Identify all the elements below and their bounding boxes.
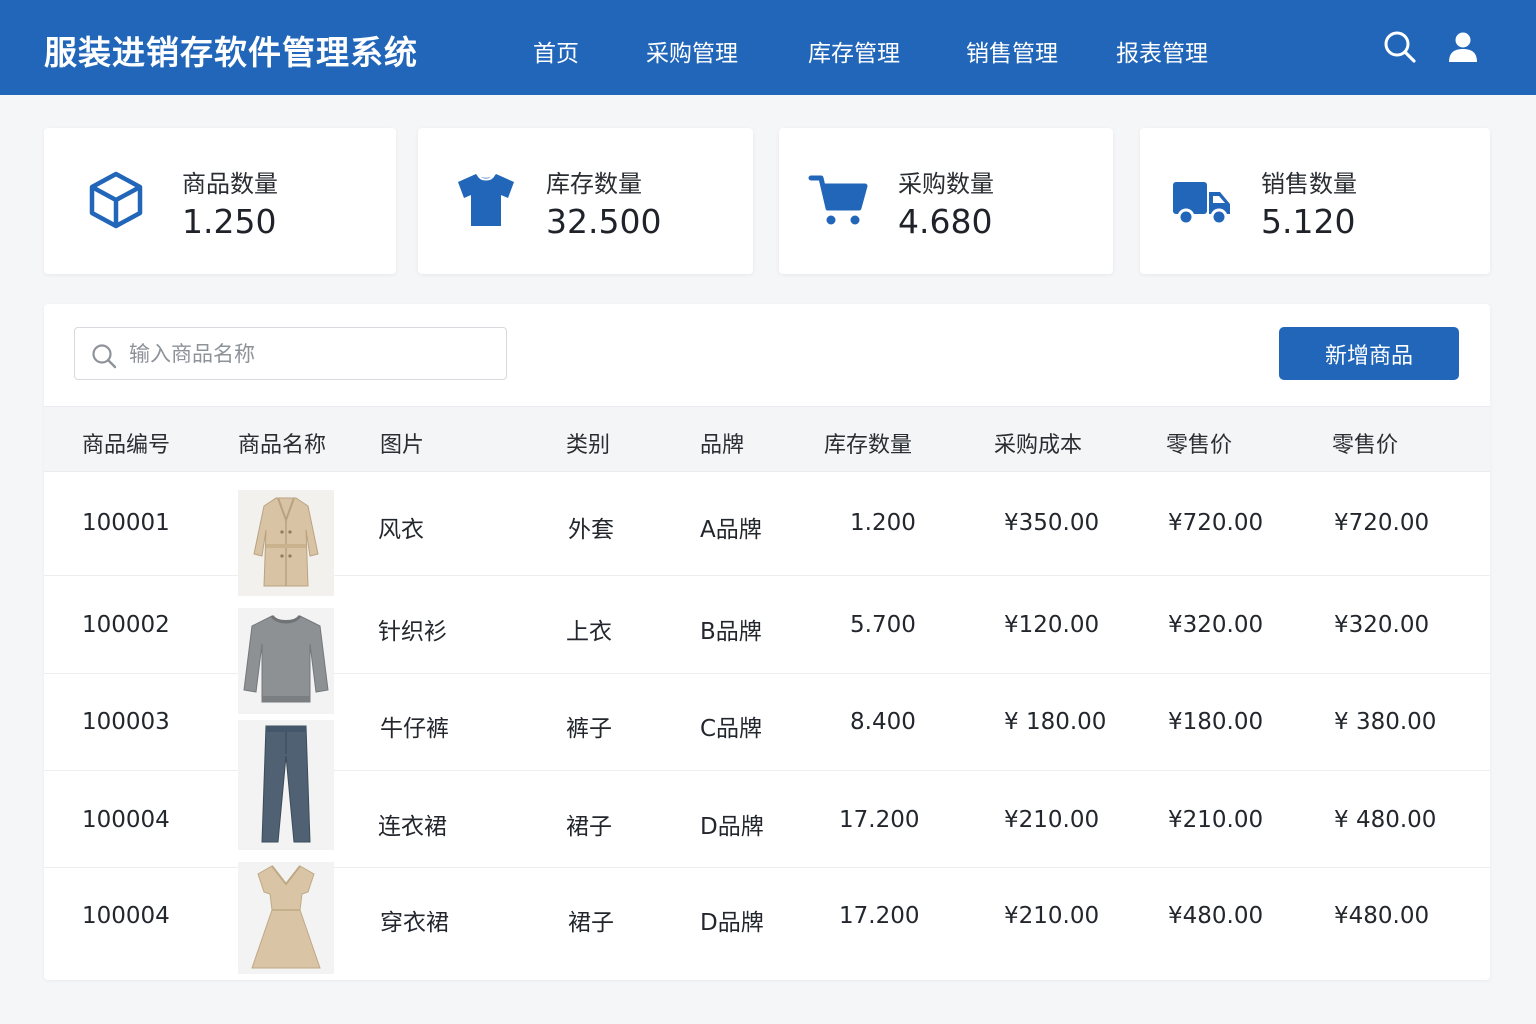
product-name-cell: 风衣: [378, 517, 424, 543]
stock-cell: 8.400: [850, 709, 916, 735]
stat-value: 1.250: [182, 202, 277, 241]
product-id-cell: 100001: [82, 510, 170, 536]
table-header: 商品编号 商品名称 图片 类别 品牌 库存数量 采购成本 零售价 零售价: [44, 406, 1490, 472]
column-header: 零售价: [1332, 433, 1399, 458]
box-icon: [89, 171, 143, 229]
product-id-cell: 100004: [82, 807, 170, 833]
cost-cell: ¥120.00: [1004, 612, 1100, 638]
category-cell: 裙子: [568, 910, 614, 936]
brand-cell: A品牌: [700, 517, 762, 543]
retail-price-cell: ¥720.00: [1334, 510, 1430, 536]
top-navigation-bar: 服装进销存软件管理系统 首页 采购管理 库存管理 销售管理 报表管理: [0, 0, 1536, 95]
column-header: 品牌: [700, 433, 745, 458]
stat-card-products: 商品数量 1.250: [44, 128, 396, 274]
product-id-cell: 100004: [82, 903, 170, 929]
table-row[interactable]: 100001 风衣 外套 A品牌 1.200 ¥350.00 ¥720.00 ¥…: [44, 472, 1490, 596]
column-header: 采购成本: [994, 433, 1083, 458]
table-row[interactable]: 100004 连衣裙 裙子 D品牌 17.200 ¥210.00 ¥210.00…: [44, 771, 1490, 868]
nav-item-home[interactable]: 首页: [533, 34, 579, 68]
stat-value: 4.680: [898, 202, 993, 241]
search-icon: [92, 344, 117, 369]
stock-cell: 17.200: [839, 903, 920, 929]
category-cell: 裙子: [566, 814, 612, 840]
product-panel: 新增商品 商品编号 商品名称 图片 类别 品牌 库存数量 采购成本 零售价 零售…: [44, 304, 1490, 980]
truck-icon: [1173, 182, 1230, 226]
retail-price-cell: ¥180.00: [1168, 709, 1264, 735]
add-product-button[interactable]: 新增商品: [1279, 327, 1459, 380]
retail-price-cell: ¥ 380.00: [1334, 709, 1437, 735]
nav-item-reports[interactable]: 报表管理: [1116, 34, 1208, 68]
cost-cell: ¥350.00: [1004, 510, 1100, 536]
column-header: 类别: [566, 433, 611, 458]
retail-price-cell: ¥320.00: [1334, 612, 1430, 638]
stat-label: 商品数量: [182, 170, 278, 198]
user-icon[interactable]: [1446, 30, 1480, 64]
stat-card-stock: 库存数量 32.500: [418, 128, 753, 274]
stock-cell: 1.200: [850, 510, 916, 536]
column-header: 图片: [380, 433, 425, 458]
nav-item-purchase[interactable]: 采购管理: [646, 34, 738, 68]
nav-item-inventory[interactable]: 库存管理: [808, 34, 900, 68]
stat-label: 库存数量: [546, 170, 642, 198]
stat-label: 销售数量: [1261, 170, 1357, 198]
product-id-cell: 100003: [82, 709, 170, 735]
brand-cell: D品牌: [700, 814, 764, 840]
retail-price-cell: ¥210.00: [1168, 807, 1264, 833]
stock-cell: 17.200: [839, 807, 920, 833]
retail-price-cell: ¥480.00: [1168, 903, 1264, 929]
stat-label: 采购数量: [898, 170, 994, 198]
stat-card-purchase: 采购数量 4.680: [779, 128, 1113, 274]
product-name-cell: 穿衣裙: [380, 910, 449, 936]
retail-price-cell: ¥ 480.00: [1334, 807, 1437, 833]
product-name-cell: 牛仔裤: [380, 716, 449, 742]
retail-price-cell: ¥320.00: [1168, 612, 1264, 638]
cost-cell: ¥ 180.00: [1004, 709, 1107, 735]
stat-value: 5.120: [1261, 202, 1356, 241]
search-input[interactable]: [129, 336, 489, 372]
category-cell: 上衣: [566, 619, 612, 645]
brand-cell: C品牌: [700, 716, 763, 742]
cart-icon: [808, 175, 868, 225]
column-header: 库存数量: [824, 433, 913, 458]
stock-cell: 5.700: [850, 612, 916, 638]
search-icon[interactable]: [1383, 30, 1417, 64]
main-nav: 首页 采购管理 库存管理 销售管理 报表管理: [0, 34, 1536, 67]
column-header: 零售价: [1166, 433, 1233, 458]
product-name-cell: 连衣裙: [378, 814, 447, 840]
category-cell: 裤子: [566, 716, 612, 742]
retail-price-cell: ¥480.00: [1334, 903, 1430, 929]
product-id-cell: 100002: [82, 612, 170, 638]
dress-image: [238, 862, 334, 974]
table-row[interactable]: 100002 针织衫 上衣 B品牌 5.700 ¥120.00 ¥320.00 …: [44, 576, 1490, 714]
category-cell: 外套: [568, 517, 614, 543]
stat-value: 32.500: [546, 202, 662, 241]
column-header: 商品编号: [82, 433, 171, 458]
column-header: 商品名称: [238, 433, 327, 458]
cost-cell: ¥210.00: [1004, 807, 1100, 833]
retail-price-cell: ¥720.00: [1168, 510, 1264, 536]
search-box[interactable]: [74, 327, 507, 380]
table-row[interactable]: 100004 穿衣裙 裙子 D品牌 17.200 ¥210.00 ¥480.00…: [44, 862, 1490, 980]
brand-cell: B品牌: [700, 619, 762, 645]
cost-cell: ¥210.00: [1004, 903, 1100, 929]
brand-cell: D品牌: [700, 910, 764, 936]
stat-card-sales: 销售数量 5.120: [1140, 128, 1490, 274]
product-name-cell: 针织衫: [378, 619, 447, 645]
tshirt-icon: [458, 174, 514, 226]
table-row[interactable]: 100003 牛仔裤 裤子 C品牌 8.400 ¥ 180.00 ¥180.00…: [44, 674, 1490, 850]
nav-item-sales[interactable]: 销售管理: [966, 34, 1058, 68]
